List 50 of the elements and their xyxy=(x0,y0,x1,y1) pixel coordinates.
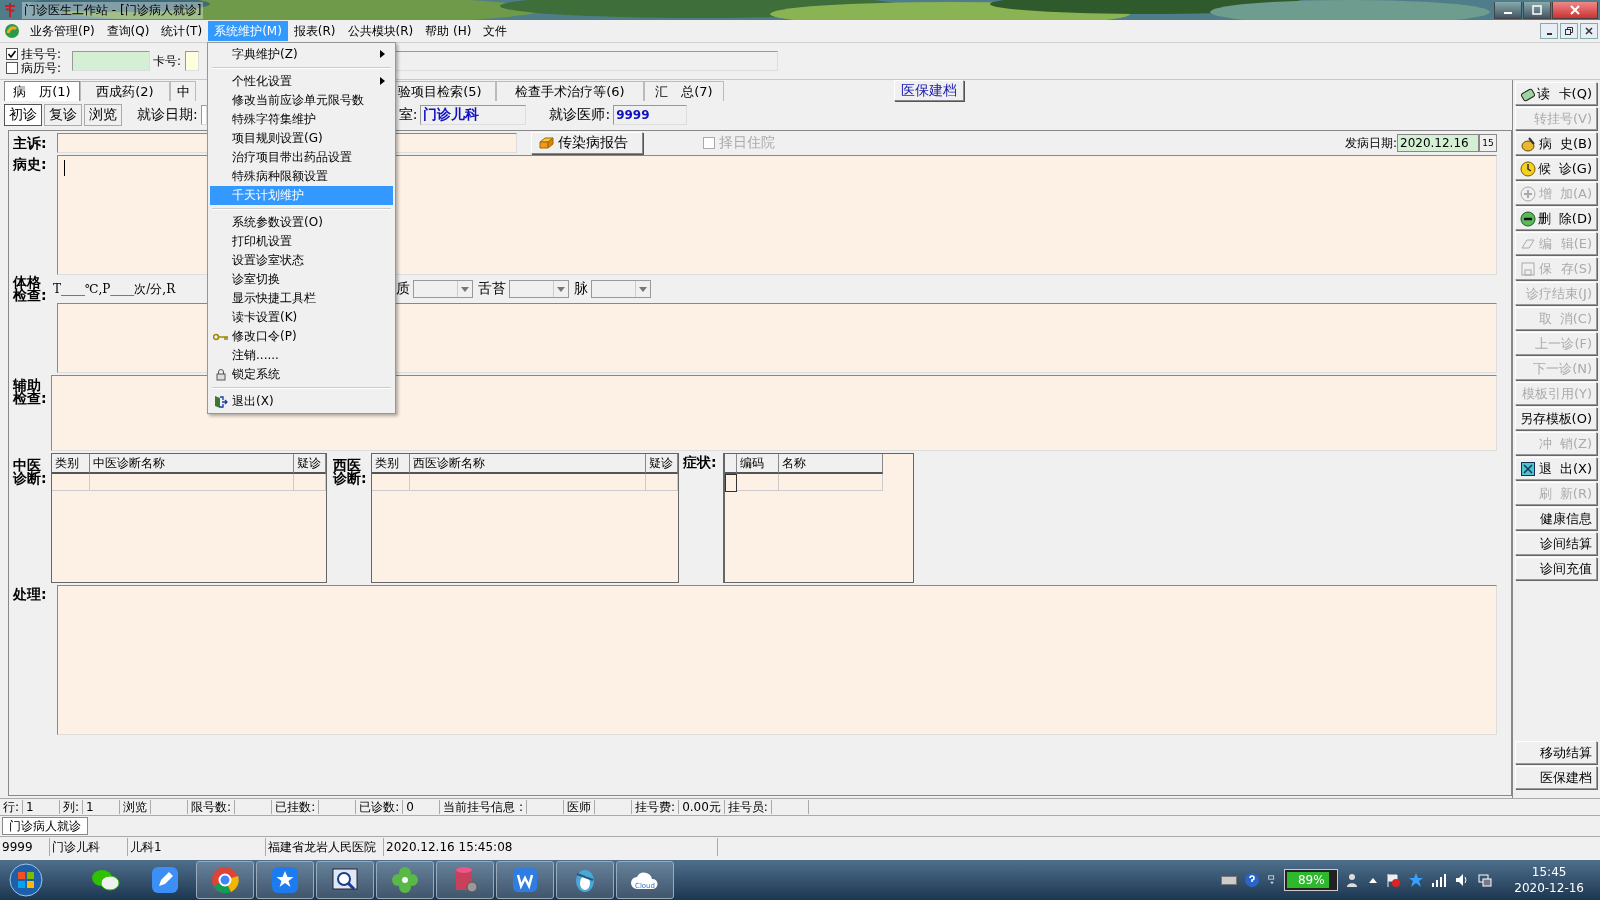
checkbox-label: 挂号号: xyxy=(21,45,62,62)
status-value: 0 xyxy=(402,800,441,814)
doctor-label: 就诊医师: xyxy=(548,105,612,124)
info-cell: 儿科1 xyxy=(128,838,266,856)
status-label: 已诊数: xyxy=(358,798,401,816)
visit-date-label: 就诊日期: xyxy=(136,105,199,124)
checkbox-label: 择日住院 xyxy=(719,134,775,152)
coating-label: 舌苔 xyxy=(477,280,507,298)
status-label: 限号数: xyxy=(190,798,233,816)
status-label: 浏览 xyxy=(122,798,149,816)
clock-time: 15:45 xyxy=(1531,864,1567,880)
status-label: 当前挂号信息 : xyxy=(442,798,525,816)
status-label: 行: xyxy=(2,798,21,816)
info-cell: 福建省龙岩人民医院 xyxy=(266,838,384,856)
card-label: 卡号: xyxy=(152,52,183,70)
tongue-label: 质 xyxy=(395,280,411,298)
info-cell: 9999 xyxy=(0,838,50,856)
info-cell: 门诊儿科 xyxy=(50,838,128,856)
department-label: 室: xyxy=(397,105,419,124)
column-header: 疑诊 xyxy=(646,454,678,474)
column-header: 类别 xyxy=(52,454,90,474)
history-label: 病史: xyxy=(12,155,48,174)
tcm-diagnosis-label: 中医诊断: xyxy=(11,456,48,489)
column-header: 名称 xyxy=(779,454,883,474)
column-header: 疑诊 xyxy=(294,454,326,474)
complaint-label: 主诉: xyxy=(12,134,48,153)
treatment-label: 处理: xyxy=(12,585,48,604)
clock-date: 2020-12-16 xyxy=(1514,880,1584,896)
info-cell: 2020.12.16 15:45:08 xyxy=(384,838,718,856)
vitals-text: T____℃,P____次/分,R xyxy=(53,281,176,296)
status-value: 0.00元 xyxy=(678,800,725,814)
status-label: 挂号费: xyxy=(634,798,677,816)
onset-date-label: 发病日期: xyxy=(1344,134,1397,152)
status-label: 医师 xyxy=(566,798,593,816)
column-header: 编码 xyxy=(737,454,779,474)
status-label: 已挂数: xyxy=(274,798,317,816)
status-label: 挂号员: xyxy=(726,798,769,816)
pulse-label: 脉 xyxy=(573,280,589,298)
exam-label: 体格检查: xyxy=(12,275,48,303)
status-value: 1 xyxy=(82,800,121,814)
checkbox-label: 病历号: xyxy=(21,60,62,77)
column-header: 西医诊断名称 xyxy=(410,454,646,474)
battery-indicator: 89% xyxy=(1284,869,1339,891)
window-title: 门诊医生工作站 - [门诊病人就诊] xyxy=(22,1,204,19)
symptoms-label: 症状: xyxy=(682,453,718,472)
column-header: 中医诊断名称 xyxy=(90,454,294,474)
column-header: 类别 xyxy=(372,454,410,474)
status-label: 列: xyxy=(62,798,81,816)
status-value: 1 xyxy=(22,800,61,814)
aux-exam-label: 辅助检查: xyxy=(12,376,48,409)
